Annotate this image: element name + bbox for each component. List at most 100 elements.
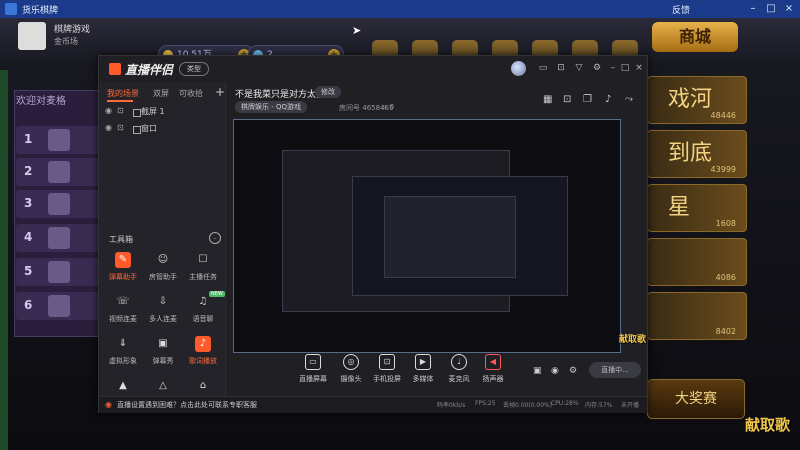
close-icon[interactable]: × (782, 2, 796, 16)
tab-dual-screen[interactable]: 双屏 (153, 88, 169, 99)
popularity-value: 0 (389, 103, 394, 111)
user-name: 棋牌游戏 (54, 25, 91, 35)
rank-number: 4 (24, 230, 33, 244)
record-icon[interactable]: ▣ (533, 366, 542, 376)
rank-avatar (48, 161, 70, 183)
tool-label: 虚拟形象 (109, 357, 137, 365)
screen-capture-control[interactable]: ▭ 直播屏幕 (293, 354, 333, 384)
status-bar: ◉ 直播设置遇到困难？点击此处可联系专职客服 码率0kb/s FPS:25 丢帧… (99, 396, 647, 413)
tool-label: 主播任务 (189, 273, 217, 281)
room-id-label: 房间号 (339, 104, 360, 112)
share-icon[interactable]: ⤳ (625, 94, 633, 105)
toolbox-collapse-icon[interactable]: – (209, 232, 221, 244)
mic-icon: ♩ (451, 354, 467, 370)
speaker-control[interactable]: ◀ 扬声器 (473, 354, 513, 384)
feedback-link[interactable]: 反馈 (672, 3, 690, 16)
tool-admin-assistant[interactable]: ☺ 房管助手 (143, 252, 183, 290)
stream-preview[interactable] (233, 119, 621, 353)
game-titlebar: 货乐棋牌 反馈 – □ × (0, 0, 800, 19)
category-selector[interactable]: 棋牌娱乐 - QQ游戏 (235, 101, 307, 113)
control-label: 摄像头 (340, 375, 362, 383)
control-label: 扬声器 (482, 375, 504, 383)
tool-danmu-assistant[interactable]: ✎ 弹幕助手 (103, 252, 143, 290)
dropframe-stat: 丢帧0.00(0.00%) (503, 402, 553, 409)
start-live-button[interactable]: 直播中... (589, 362, 641, 378)
memory-stat: 内存:57% (585, 402, 613, 409)
tool-label: 弹幕助手 (109, 273, 137, 281)
scene-sidebar: 我的场景 双屏 可收拾 + ◉ ⊡ 截屏 1 ◉ ⊡ 窗口 工具箱 – ✎ 弹幕助手 ☺ 房… (99, 82, 226, 412)
scene-label: 窗口 (141, 124, 157, 133)
filter-icon[interactable]: ▽ (573, 62, 585, 74)
tab-my-scenes[interactable]: 我的场景 (107, 88, 139, 99)
room-card[interactable]: 到底 43999 (647, 130, 747, 178)
bell-icon[interactable]: ♪ (605, 94, 611, 105)
settings-icon[interactable]: ⚙ (569, 366, 577, 376)
app-icon (5, 3, 17, 15)
more-icon-1: ▲ (119, 380, 127, 391)
tool-lyrics[interactable]: ♪ 歌词播放 (183, 336, 223, 374)
speaker-icon: ◀ (485, 354, 501, 370)
room-card[interactable]: 戏河 48446 (647, 76, 747, 124)
user-avatar[interactable] (511, 61, 526, 76)
fps-stat: FPS:25 (475, 400, 496, 407)
tool-danmu-show[interactable]: ▣ 弹幕秀 (143, 336, 183, 374)
gift-icon[interactable]: ▦ (543, 94, 552, 105)
multi-link-icon: ⇩ (158, 296, 168, 307)
chat-icon[interactable]: ▭ (537, 62, 549, 74)
support-notice-link[interactable]: 直播设置遇到困难？点击此处可联系专职客服 (117, 400, 257, 410)
scene-row[interactable]: ◉ ⊡ 截屏 1 (103, 105, 221, 119)
room-card[interactable]: 4086 (647, 238, 747, 286)
preview-nested-window-3 (384, 196, 516, 278)
tool-multi-link[interactable]: ⇩ 多人连麦 (143, 294, 183, 332)
show-icon: ▣ (158, 338, 168, 349)
eye-icon[interactable]: ◉ (105, 106, 112, 115)
lock-icon[interactable]: ⊡ (117, 106, 124, 115)
phone-cast-control[interactable]: ⊡ 手机投屏 (367, 354, 407, 384)
user-avatar[interactable] (18, 22, 46, 50)
close-icon[interactable]: × (633, 62, 645, 74)
lock-icon[interactable]: ⊡ (555, 62, 567, 74)
rank-avatar (48, 295, 70, 317)
scene-row[interactable]: ◉ ⊡ 窗口 (103, 122, 221, 136)
leaderboard-title: 欢迎对麦格 (16, 96, 66, 107)
edit-title-button[interactable]: 修改 (315, 86, 341, 98)
grand-prix-button[interactable]: 大奖赛 (647, 379, 745, 419)
maximize-icon[interactable]: □ (619, 62, 631, 74)
add-scene-button[interactable]: + (215, 85, 225, 99)
copy-icon[interactable]: ❐ (583, 94, 592, 105)
tool-virtual-avatar[interactable]: ⇓ 虚拟形象 (103, 336, 143, 374)
room-card-value: 4086 (715, 273, 736, 282)
window-source-icon (133, 126, 141, 134)
room-card[interactable]: 8402 (647, 292, 747, 340)
stream-overlay-text: 献取歌 (745, 416, 791, 434)
gear-icon[interactable]: ⚙ (591, 62, 603, 74)
user-tag: 金币场 (54, 37, 78, 46)
room-card-value: 1608 (715, 219, 736, 228)
room-card-value: 8402 (715, 327, 736, 336)
tool-streamer-task[interactable]: ☐ 主播任务 (183, 252, 223, 290)
type-pill[interactable]: 类型 (179, 62, 209, 76)
popularity-count: ♨ 0 (381, 103, 394, 111)
eye-icon[interactable]: ◉ (551, 366, 559, 376)
toolbox-title: 工具箱 (109, 235, 133, 244)
minimize-icon[interactable]: – (607, 62, 619, 74)
tool-voice-chat[interactable]: NEW ♫ 语音聊 (183, 291, 225, 332)
media-control[interactable]: ▶ 多媒体 (403, 354, 443, 384)
eye-icon[interactable]: ◉ (105, 123, 112, 132)
shop-button[interactable]: 商城 (652, 22, 738, 52)
unlock-icon[interactable]: ⊡ (563, 94, 571, 105)
app-titlebar: 直播伴侣 类型 ▭ ⊡ ▽ ⚙ – □ × (99, 56, 647, 82)
lock-icon[interactable]: ⊡ (117, 123, 124, 132)
camera-control[interactable]: ◎ 摄像头 (331, 354, 371, 384)
tool-label: 多人连麦 (149, 315, 177, 323)
tool-video-link[interactable]: ☏ 视频连麦 (103, 294, 143, 332)
room-card-value: 48446 (710, 111, 736, 120)
rank-avatar (48, 261, 70, 283)
minimize-icon[interactable]: – (746, 2, 760, 16)
tab-third[interactable]: 可收拾 (179, 88, 203, 99)
rank-avatar (48, 193, 70, 215)
room-card[interactable]: 星 1608 (647, 184, 747, 232)
tool-label: 弹幕秀 (152, 357, 174, 365)
cpu-stat: CPU:28% (551, 400, 579, 407)
maximize-icon[interactable]: □ (764, 2, 778, 16)
